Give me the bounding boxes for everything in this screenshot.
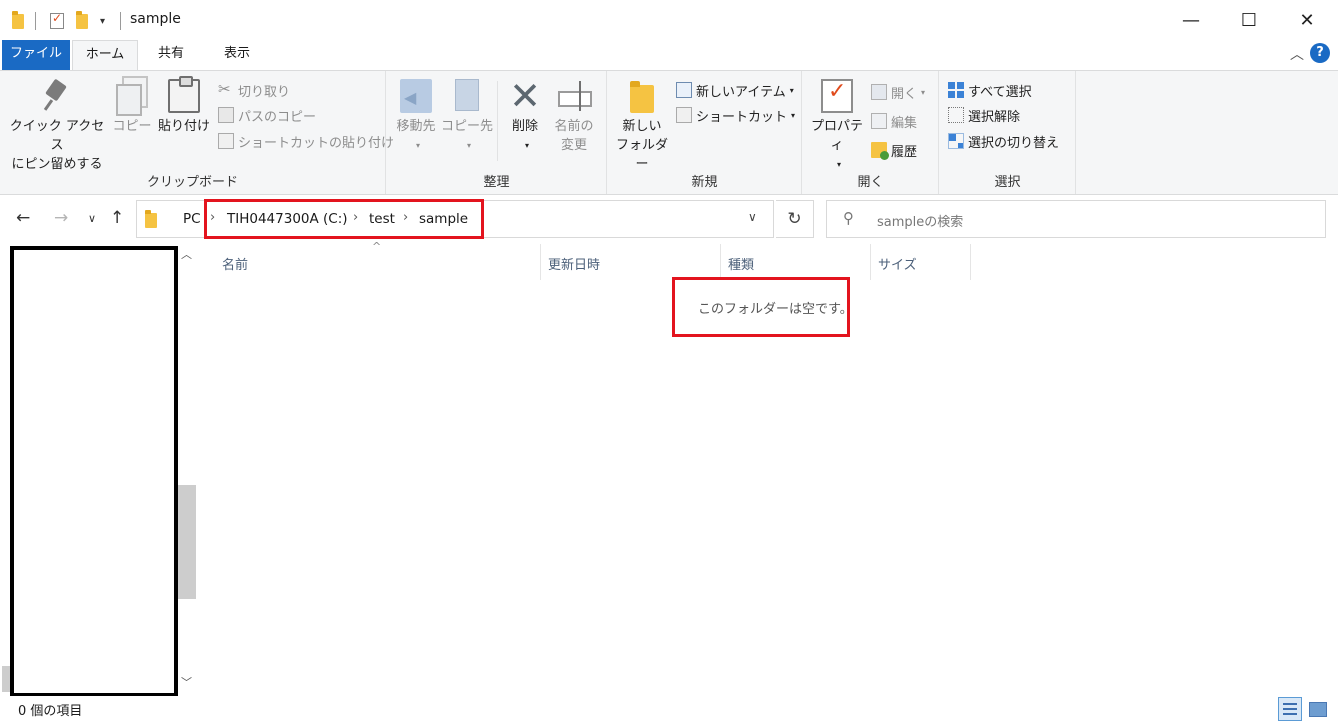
- clipboard-icon: [168, 76, 200, 113]
- window-title: sample: [130, 11, 181, 27]
- copy-path-button[interactable]: パスのコピー: [218, 104, 316, 126]
- collapse-ribbon-icon[interactable]: ︿: [1290, 44, 1304, 64]
- help-icon[interactable]: ?: [1310, 43, 1330, 63]
- group-label-open: 開く: [857, 175, 884, 190]
- history-button[interactable]: 履歴: [871, 139, 917, 161]
- copy-to-button[interactable]: コピー先 ▾: [441, 79, 493, 155]
- copy-to-icon: [451, 79, 483, 113]
- navigation-bar: ← → ∨ ↑ PC › TIH0447300A (C:) › test › s…: [0, 196, 1338, 244]
- tab-home[interactable]: ホーム: [72, 40, 138, 71]
- highlight-box-path: [204, 199, 484, 239]
- navigation-pane[interactable]: ︿ ﹀: [0, 244, 196, 697]
- column-header-size[interactable]: サイズ: [871, 244, 971, 280]
- status-bar: 0 個の項目: [0, 696, 1338, 723]
- address-dropdown-icon[interactable]: ∨: [748, 210, 757, 224]
- new-folder-quick-icon[interactable]: [76, 10, 88, 31]
- new-item-icon: [676, 82, 692, 98]
- ribbon-tabs: ファイル ホーム 共有 表示: [0, 40, 1338, 71]
- up-arrow-icon[interactable]: ↑: [110, 208, 124, 228]
- group-label-new: 新規: [691, 175, 718, 190]
- refresh-icon[interactable]: ↻: [776, 200, 814, 238]
- back-arrow-icon[interactable]: ←: [16, 208, 30, 228]
- properties-icon: [821, 79, 853, 113]
- address-folder-icon: [145, 210, 157, 228]
- properties-button[interactable]: プロパティ ▾: [807, 79, 867, 174]
- easy-access-shortcut-button[interactable]: ショートカット ▾: [676, 104, 795, 126]
- paste-shortcut-button[interactable]: ショートカットの貼り付け: [218, 130, 394, 152]
- group-label-select: 選択: [994, 175, 1021, 190]
- path-icon: [218, 107, 234, 123]
- breadcrumb-pc[interactable]: PC: [183, 211, 201, 227]
- move-to-button[interactable]: 移動先 ▾: [393, 79, 439, 155]
- group-select: すべて選択 選択解除 選択の切り替え 選択: [940, 71, 1076, 194]
- scissors-icon: [218, 80, 234, 98]
- group-open: プロパティ ▾ 開く▾ 編集 履歴 開く: [803, 71, 939, 194]
- folder-icon: [12, 10, 24, 31]
- scroll-down-icon[interactable]: ﹀: [181, 674, 192, 690]
- copy-icon: [116, 76, 148, 116]
- column-header-type[interactable]: 種類: [721, 244, 871, 280]
- select-none-icon: [948, 107, 964, 123]
- edit-icon: [871, 113, 887, 129]
- delete-button[interactable]: ✕ 削除 ▾: [503, 74, 547, 155]
- customize-toolbar-icon[interactable]: ▾: [100, 11, 105, 31]
- copy-button[interactable]: コピー: [110, 76, 154, 136]
- tab-file[interactable]: ファイル: [2, 40, 70, 70]
- cut-button[interactable]: 切り取り: [218, 79, 290, 101]
- properties-quick-icon[interactable]: ✓: [50, 11, 64, 31]
- close-button[interactable]: ✕: [1278, 0, 1336, 40]
- title-bar: ✓ ▾ sample — ☐ ✕: [0, 0, 1338, 40]
- move-to-icon: [400, 79, 432, 113]
- open-icon: [871, 84, 887, 100]
- redacted-navigation-tree: [10, 246, 178, 697]
- select-all-button[interactable]: すべて選択: [948, 79, 1032, 101]
- maximize-button[interactable]: ☐: [1220, 0, 1278, 40]
- tab-share[interactable]: 共有: [140, 40, 202, 70]
- new-folder-button[interactable]: 新しい フォルダー: [612, 79, 672, 174]
- paste-button[interactable]: 貼り付け: [156, 76, 212, 136]
- details-view-icon[interactable]: [1278, 697, 1302, 721]
- select-all-icon: [948, 82, 964, 98]
- horizontal-scroll-thumb[interactable]: [2, 666, 10, 692]
- group-label-clipboard: クリップボード: [146, 175, 238, 190]
- shortcut-paste-icon: [218, 133, 234, 149]
- tab-view[interactable]: 表示: [204, 40, 270, 70]
- group-clipboard: クイック アクセス にピン留めする コピー 貼り付け 切り取り パスのコピー シ…: [0, 71, 394, 194]
- navigation-scrollbar[interactable]: ︿ ﹀: [178, 244, 196, 692]
- invert-selection-button[interactable]: 選択の切り替え: [948, 130, 1059, 152]
- rename-button[interactable]: 名前の 変更: [549, 79, 599, 155]
- search-box[interactable]: ⚲ sampleの検索: [826, 200, 1326, 238]
- delete-icon: ✕: [509, 74, 541, 118]
- open-button[interactable]: 開く ▾: [871, 81, 925, 103]
- recent-locations-chevron-icon[interactable]: ∨: [88, 212, 96, 225]
- edit-button[interactable]: 編集: [871, 110, 917, 132]
- pin-quick-access-button[interactable]: クイック アクセス にピン留めする: [8, 79, 106, 174]
- pin-icon: [41, 79, 73, 113]
- column-header-name[interactable]: 名前: [210, 244, 541, 280]
- search-icon: ⚲: [843, 209, 854, 227]
- search-placeholder: sampleの検索: [877, 215, 964, 230]
- group-organize: 移動先 ▾ コピー先 ▾ ✕ 削除 ▾ 名前の 変更 整理: [387, 71, 607, 194]
- column-header-modified[interactable]: 更新日時: [541, 244, 721, 280]
- ribbon: クイック アクセス にピン留めする コピー 貼り付け 切り取り パスのコピー シ…: [0, 70, 1338, 195]
- rename-icon: [558, 79, 592, 113]
- minimize-button[interactable]: —: [1162, 0, 1220, 40]
- large-icons-view-icon[interactable]: [1305, 697, 1329, 721]
- item-count: 0 個の項目: [18, 704, 83, 719]
- group-label-organize: 整理: [483, 175, 510, 190]
- invert-selection-icon: [948, 133, 964, 149]
- highlight-box-empty-message: [672, 277, 850, 337]
- group-new: 新しい フォルダー 新しいアイテム ▾ ショートカット ▾ 新規: [608, 71, 802, 194]
- scroll-thumb[interactable]: [178, 485, 196, 599]
- new-item-button[interactable]: 新しいアイテム ▾: [676, 79, 794, 101]
- forward-arrow-icon[interactable]: →: [54, 208, 68, 228]
- scroll-up-icon[interactable]: ︿: [181, 246, 192, 262]
- history-icon: [871, 142, 889, 160]
- new-folder-icon: [626, 79, 658, 113]
- shortcut-icon: [676, 107, 692, 123]
- select-none-button[interactable]: 選択解除: [948, 104, 1020, 126]
